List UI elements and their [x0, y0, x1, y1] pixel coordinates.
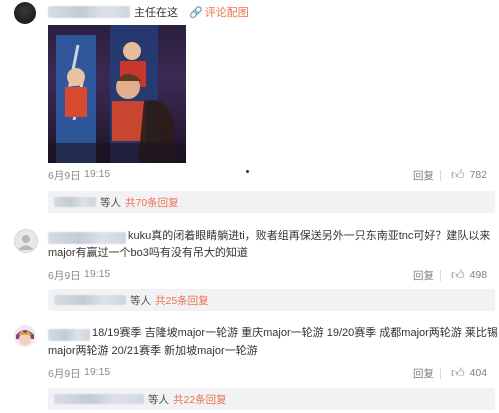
avatar[interactable]: [14, 325, 36, 347]
comment-time: 19:15: [84, 168, 111, 180]
comment-text-line1: kuku真的闭着眼睛躺进ti，败者组再保送另外一只东南亚tnc可好？建队以来: [128, 230, 491, 242]
divider: [440, 368, 441, 379]
replier-names[interactable]: [54, 295, 126, 305]
image-link-label: 评论配图: [204, 7, 249, 19]
like-count: 782: [469, 169, 488, 181]
like-button[interactable]: 👍︎ 404: [451, 365, 487, 381]
comment-text-line2: major有赢过一个bo3吗有没有吊大的知道: [48, 247, 248, 259]
reply-button[interactable]: 回复: [413, 366, 434, 381]
avatar[interactable]: [14, 229, 38, 253]
reply-summary[interactable]: 等人 共25条回复: [48, 289, 495, 311]
username[interactable]: [48, 6, 130, 18]
divider: [440, 170, 441, 181]
comment-text-line1: 18/19赛季 吉隆坡major一轮游 重庆major一轮游 19/20赛季 成…: [92, 327, 498, 339]
comment-date: 6月9日: [48, 170, 81, 182]
comment-text: 主任在这: [134, 7, 178, 19]
default-avatar-icon: [18, 235, 34, 250]
replies-people: 等人: [148, 393, 169, 406]
reply-button[interactable]: 回复: [413, 268, 434, 283]
username[interactable]: [48, 329, 90, 341]
replier-names[interactable]: [54, 394, 144, 404]
thumbs-up-icon: 👍︎: [451, 167, 465, 182]
thumbs-up-icon: 👍︎: [451, 365, 465, 380]
replies-link[interactable]: 共70条回复: [125, 195, 179, 210]
replies-link[interactable]: 共25条回复: [155, 293, 209, 308]
comment-time: 19:15: [84, 268, 111, 280]
like-button[interactable]: 👍︎ 498: [451, 267, 487, 283]
photo-graphic: [48, 25, 186, 163]
comment-text-line2: major两轮游 20/21赛季 新加坡major一轮游: [48, 345, 258, 357]
like-button[interactable]: 👍︎ 782: [451, 167, 487, 183]
like-count: 404: [469, 367, 488, 379]
reply-summary[interactable]: 等人 共70条回复: [48, 191, 495, 213]
avatar[interactable]: [14, 2, 36, 24]
reply-button[interactable]: 回复: [413, 168, 434, 183]
image-link[interactable]: 🔗 评论配图: [189, 4, 249, 20]
like-count: 498: [469, 269, 488, 281]
comment-date: 6月9日: [48, 270, 81, 282]
replies-people: 等人: [100, 196, 121, 209]
comment-image[interactable]: [48, 25, 186, 163]
anime-avatar-icon: [16, 330, 34, 345]
more-dot: [246, 170, 249, 173]
reply-label: 回复: [413, 368, 434, 380]
divider: [440, 270, 441, 281]
link-icon: 🔗: [189, 6, 203, 19]
replies-link[interactable]: 共22条回复: [173, 392, 227, 407]
reply-summary[interactable]: 等人 共22条回复: [48, 388, 495, 410]
replier-names[interactable]: [54, 197, 96, 207]
reply-label: 回复: [413, 170, 434, 182]
replies-people: 等人: [130, 294, 151, 307]
comment-date: 6月9日: [48, 368, 81, 380]
thumbs-up-icon: 👍︎: [451, 267, 465, 282]
reply-label: 回复: [413, 270, 434, 282]
username[interactable]: [48, 232, 126, 244]
comment-time: 19:15: [84, 366, 111, 378]
